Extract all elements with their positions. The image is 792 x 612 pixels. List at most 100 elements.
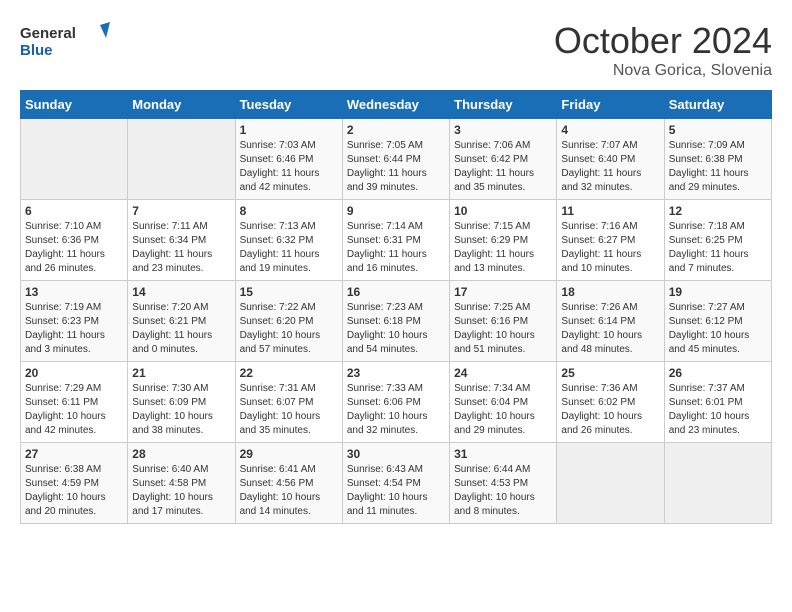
day-number: 12	[669, 204, 767, 218]
day-number: 23	[347, 366, 445, 380]
day-info: Sunrise: 6:40 AMSunset: 4:58 PMDaylight:…	[132, 463, 230, 519]
day-cell: 28 Sunrise: 6:40 AMSunset: 4:58 PMDayligh…	[128, 443, 235, 524]
day-cell: 10Sunrise: 7:15 AMSunset: 6:29 PMDayligh…	[450, 200, 557, 281]
day-cell: 15 Sunrise: 7:22 AMSunset: 6:20 PMDayligh…	[235, 281, 342, 362]
day-cell: 31Sunrise: 6:44 AMSunset: 4:53 PMDayligh…	[450, 443, 557, 524]
day-info: Sunrise: 7:34 AMSunset: 6:04 PMDaylight:…	[454, 382, 552, 438]
day-cell: 20 Sunrise: 7:29 AMSunset: 6:11 PMDayligh…	[21, 362, 128, 443]
header-cell-tuesday: Tuesday	[235, 91, 342, 119]
location-subtitle: Nova Gorica, Slovenia	[554, 62, 772, 80]
day-number: 21	[132, 366, 230, 380]
page-header: General Blue October 2024 Nova Gorica, S…	[20, 20, 772, 80]
day-number: 6	[25, 204, 123, 218]
header-cell-thursday: Thursday	[450, 91, 557, 119]
day-cell: 2 Sunrise: 7:05 AMSunset: 6:44 PMDaylight…	[342, 119, 449, 200]
calendar-table: SundayMondayTuesdayWednesdayThursdayFrid…	[20, 90, 772, 524]
day-cell: 26Sunrise: 7:37 AMSunset: 6:01 PMDayligh…	[664, 362, 771, 443]
day-number: 24	[454, 366, 552, 380]
day-number: 27	[25, 447, 123, 461]
day-cell: 22 Sunrise: 7:31 AMSunset: 6:07 PMDayligh…	[235, 362, 342, 443]
day-cell: 9 Sunrise: 7:14 AMSunset: 6:31 PMDaylight…	[342, 200, 449, 281]
day-info: Sunrise: 7:29 AMSunset: 6:11 PMDaylight:…	[25, 382, 123, 438]
day-info: Sunrise: 7:14 AMSunset: 6:31 PMDaylight:…	[347, 220, 445, 276]
day-info: Sunrise: 7:11 AMSunset: 6:34 PMDaylight:…	[132, 220, 230, 276]
day-cell: 5 Sunrise: 7:09 AMSunset: 6:38 PMDaylight…	[664, 119, 771, 200]
day-number: 8	[240, 204, 338, 218]
day-cell: 21 Sunrise: 7:30 AMSunset: 6:09 PMDayligh…	[128, 362, 235, 443]
day-info: Sunrise: 7:13 AMSunset: 6:32 PMDaylight:…	[240, 220, 338, 276]
week-row-3: 13Sunrise: 7:19 AMSunset: 6:23 PMDayligh…	[21, 281, 772, 362]
day-number: 17	[454, 285, 552, 299]
day-number: 14	[132, 285, 230, 299]
day-info: Sunrise: 7:37 AMSunset: 6:01 PMDaylight:…	[669, 382, 767, 438]
day-cell	[21, 119, 128, 200]
day-number: 28	[132, 447, 230, 461]
day-info: Sunrise: 7:06 AMSunset: 6:42 PMDaylight:…	[454, 139, 552, 195]
day-cell: 13Sunrise: 7:19 AMSunset: 6:23 PMDayligh…	[21, 281, 128, 362]
day-number: 5	[669, 123, 767, 137]
header-cell-friday: Friday	[557, 91, 664, 119]
day-info: Sunrise: 7:31 AMSunset: 6:07 PMDaylight:…	[240, 382, 338, 438]
day-number: 31	[454, 447, 552, 461]
day-info: Sunrise: 7:22 AMSunset: 6:20 PMDaylight:…	[240, 301, 338, 357]
day-info: Sunrise: 6:41 AMSunset: 4:56 PMDaylight:…	[240, 463, 338, 519]
day-cell: 24 Sunrise: 7:34 AMSunset: 6:04 PMDayligh…	[450, 362, 557, 443]
day-info: Sunrise: 7:09 AMSunset: 6:38 PMDaylight:…	[669, 139, 767, 195]
day-number: 9	[347, 204, 445, 218]
week-row-2: 6Sunrise: 7:10 AMSunset: 6:36 PMDaylight…	[21, 200, 772, 281]
day-info: Sunrise: 7:19 AMSunset: 6:23 PMDaylight:…	[25, 301, 123, 357]
day-number: 20	[25, 366, 123, 380]
day-cell: 14 Sunrise: 7:20 AMSunset: 6:21 PMDayligh…	[128, 281, 235, 362]
svg-text:General: General	[20, 25, 76, 42]
day-number: 1	[240, 123, 338, 137]
logo-svg: General Blue	[20, 20, 110, 60]
day-cell: 4 Sunrise: 7:07 AMSunset: 6:40 PMDaylight…	[557, 119, 664, 200]
day-info: Sunrise: 7:30 AMSunset: 6:09 PMDaylight:…	[132, 382, 230, 438]
header-cell-sunday: Sunday	[21, 91, 128, 119]
header-row: SundayMondayTuesdayWednesdayThursdayFrid…	[21, 91, 772, 119]
day-cell	[128, 119, 235, 200]
day-number: 15	[240, 285, 338, 299]
day-cell: 3 Sunrise: 7:06 AMSunset: 6:42 PMDaylight…	[450, 119, 557, 200]
day-number: 19	[669, 285, 767, 299]
day-info: Sunrise: 7:05 AMSunset: 6:44 PMDaylight:…	[347, 139, 445, 195]
day-number: 18	[561, 285, 659, 299]
day-info: Sunrise: 7:18 AMSunset: 6:25 PMDaylight:…	[669, 220, 767, 276]
day-cell	[557, 443, 664, 524]
day-number: 2	[347, 123, 445, 137]
day-number: 4	[561, 123, 659, 137]
title-block: October 2024 Nova Gorica, Slovenia	[554, 20, 772, 80]
day-info: Sunrise: 6:43 AMSunset: 4:54 PMDaylight:…	[347, 463, 445, 519]
day-cell: 1 Sunrise: 7:03 AMSunset: 6:46 PMDaylight…	[235, 119, 342, 200]
day-info: Sunrise: 7:27 AMSunset: 6:12 PMDaylight:…	[669, 301, 767, 357]
day-cell: 11Sunrise: 7:16 AMSunset: 6:27 PMDayligh…	[557, 200, 664, 281]
day-number: 22	[240, 366, 338, 380]
day-number: 29	[240, 447, 338, 461]
header-cell-saturday: Saturday	[664, 91, 771, 119]
day-info: Sunrise: 7:20 AMSunset: 6:21 PMDaylight:…	[132, 301, 230, 357]
day-cell: 16Sunrise: 7:23 AMSunset: 6:18 PMDayligh…	[342, 281, 449, 362]
day-info: Sunrise: 7:16 AMSunset: 6:27 PMDaylight:…	[561, 220, 659, 276]
day-cell: 12 Sunrise: 7:18 AMSunset: 6:25 PMDayligh…	[664, 200, 771, 281]
day-cell: 25Sunrise: 7:36 AMSunset: 6:02 PMDayligh…	[557, 362, 664, 443]
day-info: Sunrise: 7:07 AMSunset: 6:40 PMDaylight:…	[561, 139, 659, 195]
logo: General Blue	[20, 20, 110, 60]
day-number: 30	[347, 447, 445, 461]
day-info: Sunrise: 7:26 AMSunset: 6:14 PMDaylight:…	[561, 301, 659, 357]
day-number: 7	[132, 204, 230, 218]
day-info: Sunrise: 7:03 AMSunset: 6:46 PMDaylight:…	[240, 139, 338, 195]
day-info: Sunrise: 6:38 AMSunset: 4:59 PMDaylight:…	[25, 463, 123, 519]
week-row-1: 1 Sunrise: 7:03 AMSunset: 6:46 PMDaylight…	[21, 119, 772, 200]
header-cell-wednesday: Wednesday	[342, 91, 449, 119]
day-info: Sunrise: 7:25 AMSunset: 6:16 PMDaylight:…	[454, 301, 552, 357]
week-row-4: 20 Sunrise: 7:29 AMSunset: 6:11 PMDayligh…	[21, 362, 772, 443]
day-cell: 23Sunrise: 7:33 AMSunset: 6:06 PMDayligh…	[342, 362, 449, 443]
header-cell-monday: Monday	[128, 91, 235, 119]
day-cell: 17 Sunrise: 7:25 AMSunset: 6:16 PMDayligh…	[450, 281, 557, 362]
week-row-5: 27 Sunrise: 6:38 AMSunset: 4:59 PMDayligh…	[21, 443, 772, 524]
day-cell: 6Sunrise: 7:10 AMSunset: 6:36 PMDaylight…	[21, 200, 128, 281]
day-cell: 19 Sunrise: 7:27 AMSunset: 6:12 PMDayligh…	[664, 281, 771, 362]
day-number: 3	[454, 123, 552, 137]
day-number: 25	[561, 366, 659, 380]
month-title: October 2024	[554, 20, 772, 62]
